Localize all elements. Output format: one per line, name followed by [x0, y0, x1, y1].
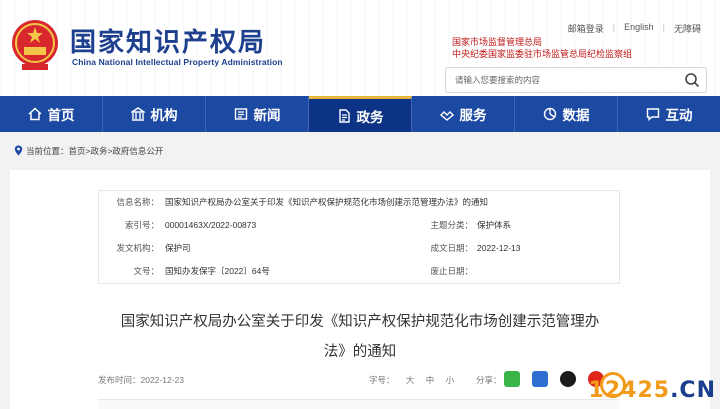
info-name-label: 信息名称： [116, 197, 159, 207]
breadcrumb: 当前位置：首页>政务>政府信息公开 [0, 140, 720, 162]
content-divider [98, 399, 620, 409]
data-icon [543, 107, 556, 121]
nav-item-institutions[interactable]: 机构 [103, 96, 206, 132]
nav-label: 互动 [665, 108, 693, 123]
document-title-line: 法》的通知 [323, 344, 397, 360]
site-header: 国家知识产权局 China National Intellectual Prop… [0, 0, 720, 96]
wechat-icon[interactable] [504, 371, 520, 387]
chat-icon [646, 108, 659, 121]
meta-row: 信息名称： 国家知识产权局办公室关于印发《知识产权保护规范化市场创建示范管理办法… [99, 191, 619, 213]
font-small-button[interactable]: 小 [446, 375, 455, 385]
email-login-link[interactable]: 邮箱登录 [559, 22, 613, 35]
watermark-number: 12425 [588, 378, 671, 403]
samr-links: 国家市场监督管理总局 中央纪委国家监委驻市场监管总局纪检监察组 [452, 36, 632, 60]
nav-label: 政务 [356, 109, 384, 125]
search-box [445, 67, 707, 93]
nav-item-data[interactable]: 数据 [515, 96, 618, 132]
watermark-domain: .CN [670, 378, 716, 403]
service-icon [439, 111, 454, 121]
samr-link[interactable]: 国家市场监督管理总局 [452, 36, 632, 48]
english-link[interactable]: English [615, 22, 663, 35]
meta-row: 文号： 国知办发保字〔2022〕64号 废止日期： [99, 260, 619, 282]
qzone-icon[interactable] [532, 371, 548, 387]
news-icon [234, 108, 247, 120]
document-title-line: 国家知识产权局办公室关于印发《知识产权保护规范化市场创建示范管理办 [120, 314, 600, 330]
issuer-value: 保护司 [165, 243, 191, 253]
expiry-label: 废止日期： [430, 266, 473, 276]
nav-label: 数据 [562, 108, 590, 123]
discipline-inspection-link[interactable]: 中央纪委国家监委驻市场监管总局纪检监察组 [452, 48, 632, 60]
font-medium-button[interactable]: 中 [426, 375, 435, 385]
nav-label: 新闻 [253, 108, 281, 123]
issuer-label: 发文机构： [116, 243, 159, 253]
main-nav: 首页 机构 新闻 政务 服务 数据 互动 [0, 96, 720, 132]
topic-value: 保护体系 [477, 220, 512, 230]
search-input[interactable] [446, 68, 666, 92]
building-icon [130, 107, 145, 121]
docno-value: 国知办发保字〔2022〕64号 [165, 266, 270, 276]
docno-label: 文号： [133, 266, 159, 276]
nav-item-home[interactable]: 首页 [0, 96, 103, 132]
search-icon[interactable] [684, 72, 700, 88]
nav-item-interaction[interactable]: 互动 [618, 96, 720, 132]
site-subtitle: China National Intellectual Property Adm… [72, 57, 283, 67]
font-size-label: 字号： [369, 375, 395, 385]
publish-date: 发布时间：2022-12-23 [98, 375, 184, 385]
accessibility-link[interactable]: 无障碍 [665, 22, 710, 35]
nav-label: 首页 [47, 108, 75, 123]
date-value: 2022-12-13 [477, 243, 521, 253]
nav-label: 机构 [150, 108, 178, 123]
document-icon [338, 108, 350, 123]
topic-label: 主题分类： [430, 220, 473, 230]
date-label: 成文日期： [430, 243, 473, 253]
share-label: 分享： [476, 375, 502, 385]
location-pin-icon [14, 145, 23, 156]
home-icon [27, 107, 42, 121]
nav-item-government-affairs[interactable]: 政务 [309, 96, 412, 132]
info-name-value: 国家知识产权局办公室关于印发《知识产权保护规范化市场创建示范管理办法》的通知 [165, 197, 489, 207]
national-emblem-icon [12, 20, 58, 70]
font-large-button[interactable]: 大 [406, 375, 415, 385]
qq-icon[interactable] [560, 371, 576, 387]
font-size-controls: 字号： 大 中 小 [369, 374, 454, 386]
nav-item-news[interactable]: 新闻 [206, 96, 309, 132]
site-title[interactable]: 国家知识产权局 [70, 22, 266, 59]
meta-row: 索引号： 00001463X/2022-00873 主题分类： 保护体系 [99, 214, 619, 236]
index-value: 00001463X/2022-00873 [165, 220, 257, 230]
nav-label: 服务 [459, 108, 487, 123]
index-label: 索引号： [124, 220, 159, 230]
top-links: 邮箱登录 | English | 无障碍 [559, 22, 710, 35]
document-title: 国家知识产权局办公室关于印发《知识产权保护规范化市场创建示范管理办 法》的通知 [70, 307, 650, 367]
document-meta-table: 信息名称： 国家知识产权局办公室关于印发《知识产权保护规范化市场创建示范管理办法… [98, 190, 620, 284]
nav-item-services[interactable]: 服务 [412, 96, 515, 132]
breadcrumb-text[interactable]: 当前位置：首页>政务>政府信息公开 [26, 146, 163, 156]
meta-row: 发文机构： 保护司 成文日期： 2022-12-13 [99, 237, 619, 259]
watermark: 12425.CN [589, 378, 716, 403]
